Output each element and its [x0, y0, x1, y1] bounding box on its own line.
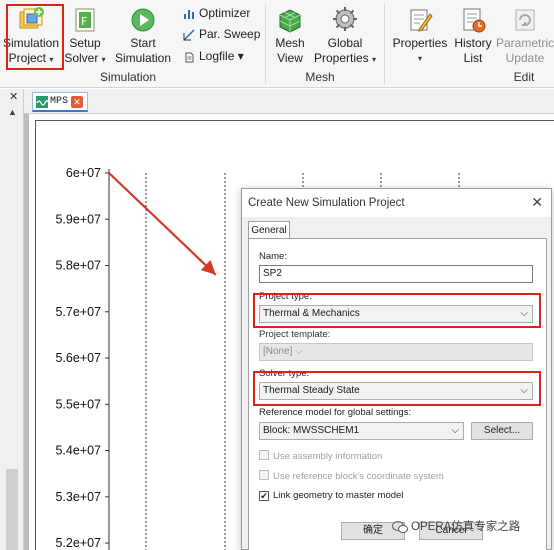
mesh-view-label-1: Mesh	[275, 36, 305, 50]
mesh-view-button[interactable]: Mesh View	[270, 6, 310, 66]
setup-solver-button[interactable]: F Setup Solver ▾	[62, 6, 108, 67]
properties-label: Properties	[392, 36, 448, 50]
parametric-update-button[interactable]: Parametric Update	[496, 6, 554, 66]
y-tick-label: 5.4e+07	[55, 444, 101, 458]
global-properties-label-1: Global	[327, 36, 363, 50]
properties-pencil-icon	[410, 9, 433, 32]
y-tick-label: 5.9e+07	[55, 212, 101, 226]
wechat-icon	[392, 520, 408, 534]
mesh-view-label-2: View	[277, 51, 303, 65]
ribbon-toolbar: Simulation Project ▾ F Setup Solver ▾ St…	[0, 0, 554, 88]
y-tick-label: 5.7e+07	[55, 305, 101, 319]
refresh-icon	[515, 9, 535, 31]
logfile-button[interactable]: Logfile ▾	[183, 49, 244, 64]
setup-solver-label-1: Setup	[69, 36, 101, 50]
scrollbar-thumb[interactable]	[6, 469, 18, 550]
logfile-icon	[185, 52, 194, 63]
global-properties-label-2: Properties	[313, 51, 369, 65]
mesh-group-label: Mesh	[305, 70, 335, 84]
sweep-icon	[183, 29, 195, 41]
chevron-down-icon: ⌵	[295, 346, 303, 357]
setup-solver-label-2: Solver	[64, 51, 99, 65]
chevron-down-icon: ▾	[372, 55, 377, 64]
global-properties-button[interactable]: Global Properties ▾	[312, 6, 378, 67]
y-tick-label: 6e+07	[66, 166, 101, 180]
series-line	[108, 172, 217, 276]
highlight-project-type	[253, 293, 541, 328]
start-simulation-button[interactable]: Start Simulation	[112, 6, 174, 66]
play-icon	[131, 8, 155, 32]
use-assembly-info-checkbox[interactable]: Use assembly information	[259, 450, 382, 462]
use-reference-block-cs-label: Use reference block's coordinate system	[273, 471, 444, 482]
svg-text:F: F	[81, 15, 87, 28]
checkbox-box	[259, 450, 269, 460]
ribbon-separator	[265, 4, 266, 84]
chevron-down-icon: ▾	[237, 49, 244, 63]
close-icon[interactable]: ✕	[9, 90, 18, 103]
chevron-down-icon: ▾	[417, 54, 422, 63]
history-clock-icon	[463, 8, 486, 33]
reference-model-value: Block: MWSSCHEM1	[263, 425, 360, 436]
chevron-down-icon: ▾	[101, 55, 106, 64]
use-reference-block-cs-checkbox[interactable]: Use reference block's coordinate system	[259, 470, 444, 482]
tab-label: MPS	[50, 96, 69, 107]
scroll-up-icon[interactable]: ▲	[8, 107, 17, 117]
link-geometry-checkbox[interactable]: ✔ Link geometry to master model	[259, 490, 403, 501]
bar-chart-icon	[184, 9, 194, 19]
setup-solver-label-2-row: Solver ▾	[62, 51, 108, 67]
watermark-text: OPERA仿真专家之路	[411, 521, 521, 533]
highlight-solver-type	[253, 371, 541, 406]
y-tick-label: 5.8e+07	[55, 259, 101, 273]
history-list-label-1: History	[454, 36, 492, 50]
edit-group-label: Edit	[513, 70, 535, 84]
ribbon-separator	[384, 4, 385, 84]
tab-mps[interactable]: MPS ✕	[32, 92, 88, 112]
par-sweep-label: Par. Sweep	[199, 27, 261, 41]
y-tick-label: 5.2e+07	[55, 536, 101, 550]
reference-model-label: Reference model for global settings:	[259, 407, 412, 418]
select-button[interactable]: Select...	[471, 422, 533, 440]
project-template-value: [None]	[263, 346, 293, 357]
create-simulation-project-dialog: Create New Simulation Project ✕ General …	[241, 188, 552, 550]
logfile-label: Logfile	[199, 49, 235, 63]
use-assembly-info-label: Use assembly information	[273, 451, 383, 462]
highlight-simulation-project	[6, 4, 64, 70]
setup-solver-icon: F	[75, 8, 95, 32]
project-template-select[interactable]: [None] ⌵	[259, 343, 533, 361]
properties-button[interactable]: Properties ▾	[390, 6, 450, 66]
global-properties-label-2-row: Properties ▾	[312, 51, 378, 67]
history-list-button[interactable]: History List	[452, 6, 494, 66]
name-label: Name:	[259, 251, 287, 262]
checkmark-icon: ✔	[259, 491, 269, 501]
dialog-title: Create New Simulation Project	[248, 197, 405, 209]
link-geometry-label: Link geometry to master model	[273, 490, 404, 501]
checkbox-box	[259, 470, 269, 480]
reference-model-select[interactable]: Block: MWSSCHEM1 ⌵	[259, 422, 464, 440]
par-sweep-button[interactable]: Par. Sweep	[183, 27, 260, 42]
start-simulation-label-2: Simulation	[114, 51, 172, 65]
chevron-down-icon: ⌵	[451, 425, 459, 436]
mesh-cube-icon	[279, 9, 301, 33]
parametric-update-label-1: Parametric	[496, 36, 554, 50]
name-field[interactable]: SP2	[259, 265, 533, 283]
tab-close-icon[interactable]: ✕	[71, 96, 83, 108]
gear-mesh-icon	[333, 7, 357, 31]
watermark: OPERA仿真专家之路	[392, 518, 520, 534]
y-tick-label: 5.6e+07	[55, 351, 101, 365]
start-simulation-label-1: Start	[130, 36, 156, 50]
project-template-label: Project template:	[259, 329, 331, 340]
close-icon[interactable]: ✕	[531, 194, 543, 211]
history-list-label-2: List	[463, 51, 483, 65]
simulation-group-label: Simulation	[99, 70, 157, 84]
left-panel-strip: ✕ ▲	[0, 89, 24, 550]
y-tick-label: 5.3e+07	[55, 490, 101, 504]
dialog-title-bar: Create New Simulation Project ✕	[242, 189, 551, 217]
parametric-update-label-2: Update	[505, 51, 545, 65]
optimizer-button[interactable]: Optimizer	[183, 6, 250, 21]
y-tick-label: 5.5e+07	[55, 397, 101, 411]
optimizer-label: Optimizer	[199, 6, 251, 20]
document-tab-bar: MPS ✕	[24, 89, 554, 114]
wave-icon	[36, 96, 48, 108]
tab-general[interactable]: General	[248, 221, 290, 239]
